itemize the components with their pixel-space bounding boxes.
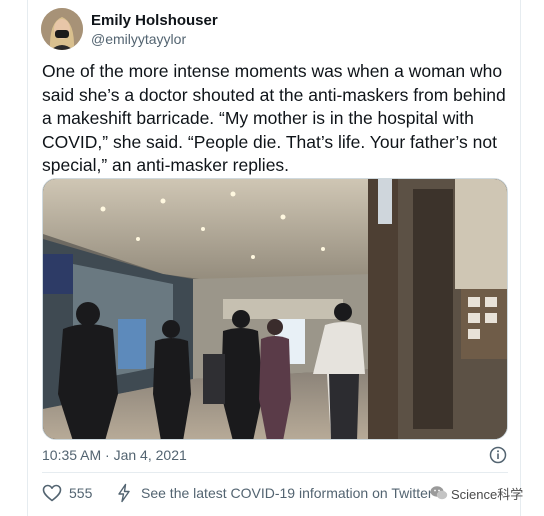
mall-interior-video-frame-icon <box>43 179 507 439</box>
tweet-timestamp[interactable]: 10:35 AM · Jan 4, 2021 <box>42 447 187 463</box>
watermark: Science科学 <box>430 483 523 503</box>
heart-outline-icon[interactable] <box>42 484 62 502</box>
author-display-name[interactable]: Emily Holshouser <box>91 12 218 29</box>
tweet-card: Emily Holshouser @emilyytayylor One of t… <box>27 0 521 516</box>
user-avatar-photo-icon <box>41 8 83 50</box>
tweet-media-video[interactable] <box>42 178 508 440</box>
covid-info-link[interactable]: See the latest COVID-19 information on T… <box>141 485 431 501</box>
tweet-text: One of the more intense moments was when… <box>42 61 506 175</box>
like-count: 555 <box>69 485 93 501</box>
avatar[interactable] <box>41 8 83 50</box>
author-handle[interactable]: @emilyytayylor <box>91 31 186 47</box>
divider <box>42 472 508 473</box>
watermark-text: Science科学 <box>451 486 524 502</box>
lightning-bolt-icon <box>117 483 131 503</box>
info-circle-icon[interactable] <box>489 446 507 464</box>
wechat-icon <box>430 486 448 500</box>
